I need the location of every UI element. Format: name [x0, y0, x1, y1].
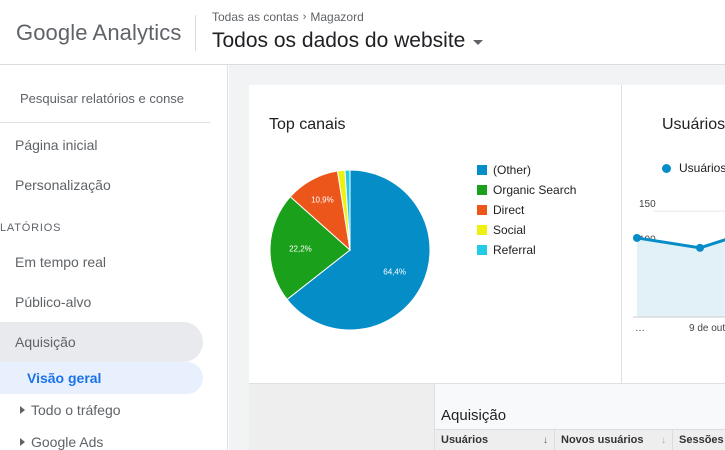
legend-label: Referral: [493, 243, 536, 257]
column-header-label: Novos usuários: [561, 434, 644, 446]
sidebar-item-customization[interactable]: Personalização: [15, 177, 111, 193]
triangle-right-icon: [20, 406, 25, 414]
main-content: Top canais Usuários 64,4% 22,2% 10,9% (Oth…: [229, 65, 725, 450]
top-channels-pie-chart: 64,4% 22,2% 10,9%: [269, 169, 431, 331]
chevron-right-icon: ›: [302, 11, 307, 23]
legend-swatch: [477, 205, 487, 215]
sidebar-item-audience[interactable]: Público-alvo: [15, 294, 91, 310]
line-svg: 15010050…9 de out: [633, 197, 725, 334]
legend-item: Referral: [477, 240, 576, 260]
caret-down-icon: [473, 40, 484, 45]
x-tick-label: 9 de out: [689, 323, 725, 334]
top-header: Google Analytics Todas as contas › Magaz…: [0, 0, 725, 65]
pie-slice-label: 22,2%: [289, 244, 312, 253]
acquisition-table-header: Usuários ↓ Novos usuários ↓ Sessões: [435, 429, 725, 450]
legend-label: (Other): [493, 163, 532, 177]
column-header-label: Sessões: [679, 434, 724, 446]
sort-arrow-down-icon: ↓: [661, 434, 666, 446]
sort-arrow-down-icon: ↓: [543, 434, 548, 446]
overview-card: Top canais Usuários 64,4% 22,2% 10,9% (Oth…: [249, 85, 725, 450]
users-line-chart: 15010050…9 de out: [633, 187, 725, 357]
acquisition-title: Aquisição: [441, 407, 507, 424]
legend-swatch: [477, 245, 487, 255]
legend-item: (Other): [477, 160, 576, 180]
pie-slice-label: 64,4%: [383, 268, 406, 277]
breadcrumb[interactable]: Todas as contas › Magazord: [212, 10, 364, 24]
card-divider: [621, 85, 622, 383]
sidebar-subitem-label: Google Ads: [31, 434, 104, 450]
line-chart-title: Usuários: [662, 116, 725, 133]
series-dot-icon: [662, 163, 671, 173]
breadcrumb-all-accounts[interactable]: Todas as contas: [212, 10, 299, 24]
legend-item: Organic Search: [477, 180, 576, 200]
triangle-right-icon: [20, 438, 25, 446]
legend-label: Direct: [493, 203, 525, 217]
google-analytics-logo[interactable]: Google Analytics: [16, 20, 181, 46]
sidebar-item-home[interactable]: Página inicial: [15, 137, 98, 153]
header-divider: [195, 15, 196, 51]
view-title: Todos os dados do website: [212, 29, 466, 52]
sidebar-item-acquisition[interactable]: Aquisição: [15, 334, 76, 350]
legend-label: Organic Search: [493, 183, 577, 197]
column-header-sessions[interactable]: Sessões: [673, 430, 725, 450]
column-header-label: Usuários: [441, 434, 489, 446]
column-header-new-users[interactable]: Novos usuários ↓: [555, 430, 673, 450]
x-tick-label: …: [635, 323, 645, 334]
breadcrumb-account[interactable]: Magazord: [310, 10, 363, 24]
view-selector[interactable]: Todos os dados do website: [212, 29, 484, 53]
pie-slice-label: 10,9%: [311, 195, 334, 204]
legend-label: Social: [493, 223, 526, 237]
section-label-reports: LATÓRIOS: [0, 222, 62, 234]
sidebar-item-realtime[interactable]: Em tempo real: [15, 254, 106, 270]
legend-swatch: [477, 225, 487, 235]
pie-svg: 64,4% 22,2% 10,9%: [269, 169, 431, 331]
acquisition-left-panel: [249, 384, 435, 450]
sidebar-subitem-label: Todo o tráfego: [31, 402, 121, 418]
line-legend-label: Usuários: [679, 161, 725, 175]
legend-swatch: [477, 185, 487, 195]
y-tick-label: 150: [639, 199, 656, 210]
legend-item: Direct: [477, 200, 576, 220]
legend-swatch: [477, 165, 487, 175]
search-input[interactable]: [20, 87, 185, 109]
sidebar-subitem-google-ads[interactable]: Google Ads: [20, 434, 103, 450]
series-point: [633, 233, 641, 242]
line-legend: Usuários: [662, 161, 725, 175]
pie-chart-title: Top canais: [269, 116, 346, 133]
pie-legend: (Other) Organic Search Direct Social Referra…: [477, 160, 576, 260]
sidebar-subitem-overview[interactable]: Visão geral: [27, 370, 101, 386]
sidebar: Página inicial Personalização LATÓRIOS E…: [0, 65, 228, 450]
sidebar-subitem-all-traffic[interactable]: Todo o tráfego: [20, 402, 121, 418]
series-point: [696, 243, 704, 252]
column-header-users[interactable]: Usuários ↓: [435, 430, 555, 450]
search-box: [0, 75, 210, 123]
legend-item: Social: [477, 220, 576, 240]
